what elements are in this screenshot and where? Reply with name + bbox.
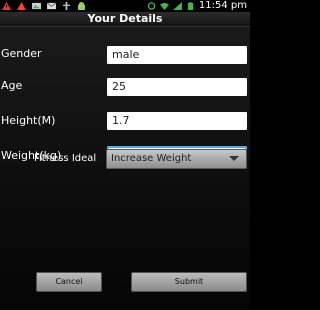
height-label: Height(M) (1, 114, 56, 127)
page-title: Your Details (87, 12, 163, 25)
cancel-button[interactable]: Cancel (36, 272, 102, 292)
age-field[interactable]: 25 (107, 78, 247, 96)
android-icon (77, 2, 86, 10)
age-label: Age (1, 79, 23, 92)
fitness-ideal-label: Fitness Ideal (34, 153, 97, 164)
battery-icon (187, 2, 194, 10)
fitness-ideal-dropdown[interactable]: Increase Weight (106, 149, 247, 169)
email-icon (47, 2, 56, 10)
usb-icon (62, 2, 71, 10)
gender-field[interactable]: male (107, 46, 247, 64)
submit-button[interactable]: Submit (131, 272, 247, 292)
picture-icon (32, 2, 41, 10)
wifi-icon (159, 2, 169, 10)
gender-label: Gender (1, 47, 42, 60)
height-field[interactable]: 1.7 (107, 112, 247, 130)
signal-alert-icon (17, 2, 26, 10)
dropdown-arrow-icon (229, 156, 239, 161)
clock: 11:54 pm (198, 0, 247, 11)
signal-icon (172, 2, 182, 10)
sync-icon (147, 2, 156, 10)
fitness-ideal-selected: Increase Weight (111, 153, 192, 164)
warning-icon (2, 2, 11, 10)
status-bar: 11:54 pm (0, 0, 250, 12)
